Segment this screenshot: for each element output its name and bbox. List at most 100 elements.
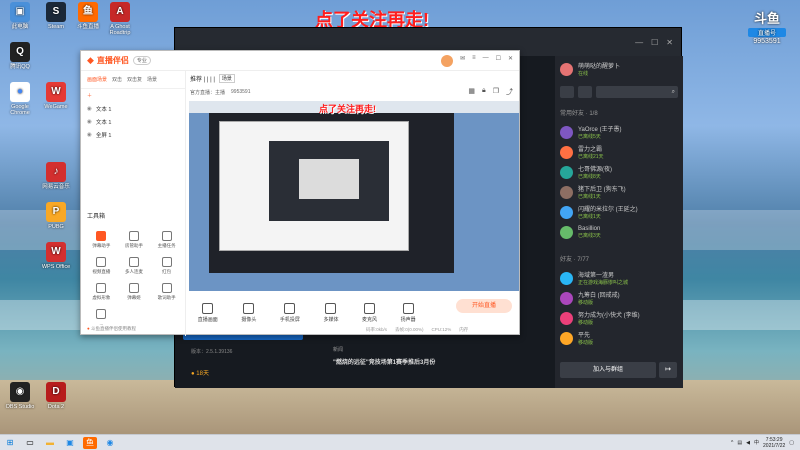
scene-item[interactable]: ◉ 全屏 1 (81, 128, 185, 141)
search-icon[interactable]: ⌕ (596, 86, 678, 98)
desktop-icon[interactable]: W WeGame (38, 82, 74, 110)
network-icon[interactable]: ▤ (737, 440, 742, 446)
friend-name: 平先 (578, 333, 591, 339)
tool-item[interactable]: ... (85, 309, 118, 326)
desktop-icon[interactable]: A A Ghost Roadtrip (102, 2, 138, 36)
add-friend-icon[interactable] (560, 86, 574, 98)
friend-row[interactable]: Basillion 已离线3天 (555, 222, 683, 242)
user-profile[interactable]: 萌萌哒的醒萝卜 在线 (555, 56, 683, 82)
friend-row[interactable]: 七哥佛源(夜) 已离线8天 (555, 162, 683, 182)
scene-tab[interactable]: 场景 (218, 73, 235, 83)
friend-row[interactable]: 平先 移动版 (555, 328, 683, 348)
tool-item[interactable]: 弹幕姬 (118, 283, 151, 301)
browser-app-icon[interactable]: ◉ (103, 437, 117, 449)
douyu-news[interactable]: 新闻 "燃烧的远征"竞技场第1赛季推后3月份 (333, 346, 543, 366)
task-view-icon[interactable]: ▭ (23, 437, 37, 449)
source-button[interactable]: 麦克风 (362, 303, 377, 323)
system-tray: ^ ▤ ◀ 中 7:53:29 2021/7/22 ▢ (731, 437, 800, 449)
desktop-icon[interactable]: ▣ 此电脑 (2, 2, 38, 30)
friend-row[interactable]: 闪耀的米拉尔 (王延之) 已离线1天 (555, 202, 683, 222)
source-button[interactable]: 摄像头 (241, 303, 256, 323)
logout-icon[interactable]: ↦ (659, 362, 677, 378)
scene-tab[interactable]: 双击 (112, 76, 122, 83)
minimize-icon[interactable]: — (635, 38, 643, 47)
source-button[interactable]: 多媒体 (323, 303, 338, 323)
tool-item[interactable]: 多人连麦 (118, 257, 151, 275)
tool-item[interactable]: 虚拟形象 (85, 283, 118, 301)
file-explorer-icon[interactable]: ▬ (43, 437, 57, 449)
companion-sidebar: 画面场景 双击 双击复 场景 ＋ ◉ 文本 1 ◉ 文本 1 ◉ 全屏 1 工具箱 弹幕助… (81, 71, 186, 336)
windows-start-icon[interactable]: ⊞ (3, 437, 17, 449)
close-icon[interactable]: ✕ (666, 38, 673, 47)
lock-icon[interactable]: 🔒︎ (482, 87, 486, 97)
avatar (560, 62, 573, 76)
bilibili-app-icon[interactable]: ▣ (63, 437, 77, 449)
volume-icon[interactable]: ◀ (746, 440, 750, 446)
notification-icon[interactable]: ▢ (789, 440, 794, 446)
minimize-icon[interactable]: — (483, 55, 489, 67)
clock-date: 2021/7/22 (763, 442, 786, 449)
douyu-app-icon[interactable]: 鱼 (83, 436, 97, 449)
friend-status: 已离线1天 (578, 194, 601, 200)
source-label: 麦克风 (362, 317, 378, 323)
start-live-button[interactable]: 开始直播 (456, 299, 512, 313)
source-button[interactable]: 直播画面 (198, 303, 218, 323)
avatar[interactable] (441, 54, 454, 67)
tool-item[interactable]: 视频直播 (85, 257, 118, 275)
avatar (560, 225, 573, 239)
mail-icon[interactable]: ✉ (460, 55, 465, 67)
tool-item[interactable]: 弹幕助手 (85, 231, 118, 249)
scene-add-icon[interactable]: ＋ (87, 92, 92, 99)
scene-tab[interactable]: 画面场景 (87, 76, 107, 83)
tool-item[interactable]: 歌词助手 (150, 283, 183, 301)
preview-canvas[interactable]: 点了关注再走! (189, 101, 519, 291)
friend-row[interactable]: 九筹白 (回戒戒) 移动版 (555, 288, 683, 308)
source-label: 直播画面 (197, 317, 218, 323)
scene-tab[interactable]: 双击复 (127, 76, 142, 83)
chevron-up-icon[interactable]: ^ (731, 440, 733, 446)
friend-row[interactable]: 努力成为(小快犬 (李维) 移动版 (555, 308, 683, 328)
maximize-icon[interactable]: ☐ (651, 38, 658, 47)
scene-tab[interactable]: 场景 (147, 76, 157, 83)
douyu-room-id: 9953591 (753, 38, 781, 45)
all-friends-header: 好友 · 7/77 (560, 256, 590, 263)
desktop-icon[interactable]: Q 腾讯QQ (2, 42, 38, 70)
friend-row[interactable]: 雷力之霸 已离线21天 (555, 142, 683, 162)
scene-item[interactable]: ◉ 文本 1 (81, 102, 185, 115)
desktop-icon[interactable]: 鱼斗鱼直播 (70, 2, 106, 30)
desktop-icon[interactable]: ◉ OBS Studio (2, 382, 38, 410)
clock[interactable]: 7:53:29 2021/7/22 (763, 437, 785, 449)
maximize-icon[interactable]: ☐ (496, 55, 501, 67)
desktop-icon[interactable]: D Dota 2 (38, 382, 74, 410)
tool-label: 房管助手 (124, 243, 143, 248)
scene-item[interactable]: ◉ 文本 1 (81, 115, 185, 128)
scene-grid-icon[interactable]: ▦ (468, 87, 475, 97)
tutorial-hint[interactable]: ● 斗鱼直播伴侣使用教程 (87, 326, 136, 332)
visibility-icon[interactable]: ◉ (87, 132, 92, 138)
tool-item[interactable]: 房管助手 (118, 231, 151, 249)
close-icon[interactable]: ✕ (508, 55, 513, 67)
input-language[interactable]: 中 (754, 439, 759, 446)
source-button[interactable]: 扬声器 (401, 303, 416, 323)
menu-icon[interactable]: ≡ (472, 55, 476, 67)
tool-label: 红包 (162, 269, 172, 274)
scene-list: ◉ 文本 1 ◉ 文本 1 ◉ 全屏 1 (81, 102, 185, 141)
visibility-icon[interactable]: ◉ (87, 106, 92, 112)
desktop-icon[interactable]: ♪ 网易云音乐 (38, 162, 74, 190)
desktop-icon[interactable]: P PUBG (38, 202, 74, 230)
visibility-icon[interactable]: ◉ (87, 119, 92, 125)
join-group-button[interactable]: 加入与群组 (560, 362, 656, 378)
friend-row[interactable]: 猪下后卫 (狗东飞) 已离线1天 (555, 182, 683, 202)
source-button[interactable]: 手机投屏 (280, 303, 300, 323)
share-icon[interactable]: ⤴ (506, 87, 513, 97)
desktop-icon[interactable]: S Steam (38, 2, 74, 30)
desktop-icon[interactable]: W WPS Office (38, 242, 74, 270)
douyu-days-label: 18天 (196, 371, 209, 377)
friend-row[interactable]: YaOrce (王子愚) 已离线5天 (555, 122, 683, 142)
desktop-icon[interactable]: ● Google Chrome (2, 82, 38, 116)
tool-item[interactable]: 主播任务 (150, 231, 183, 249)
friend-row[interactable]: 海域第一渣男 正在游戏海豚惨叫之城 (555, 268, 683, 288)
tool-item[interactable]: 红包 (150, 257, 183, 275)
copy-icon[interactable]: ❐ (493, 87, 499, 97)
add-group-icon[interactable] (578, 86, 592, 98)
